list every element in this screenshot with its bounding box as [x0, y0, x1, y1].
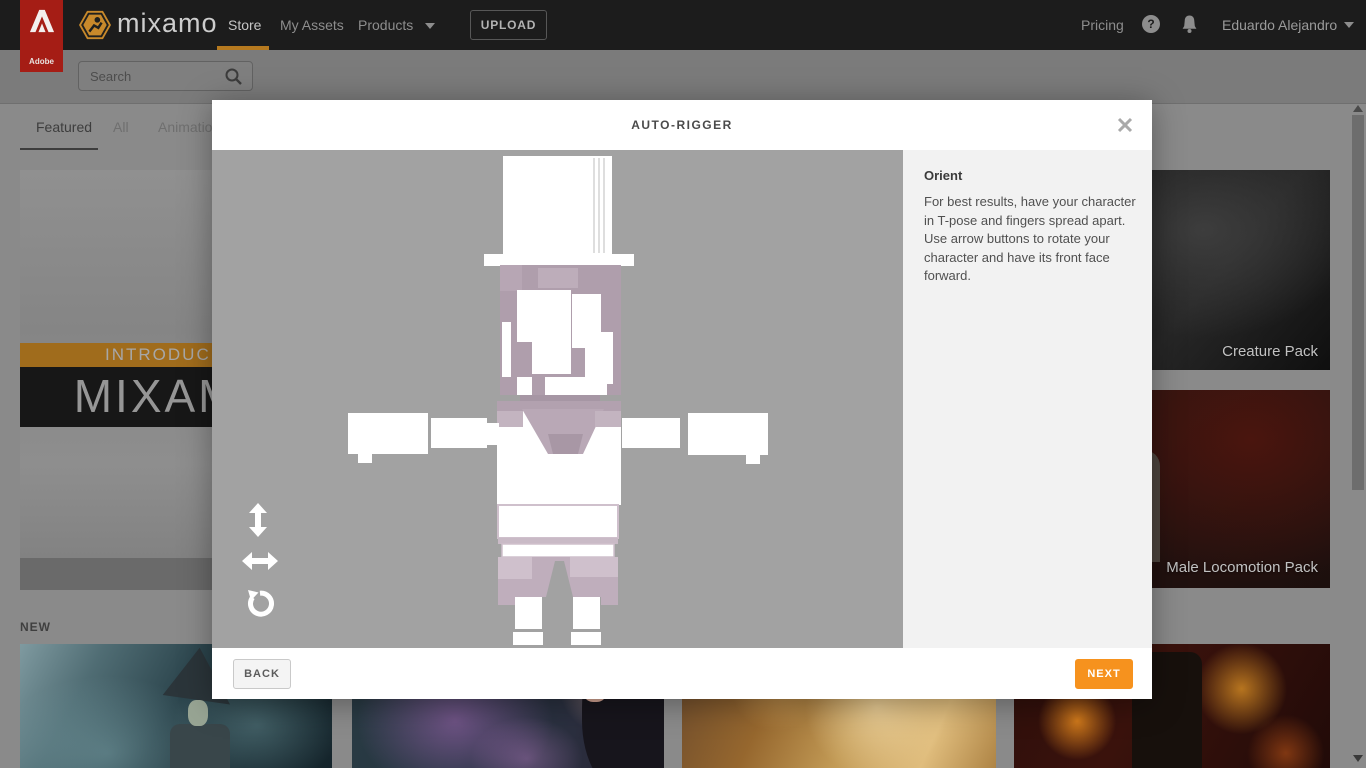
caret-down-icon — [425, 23, 435, 29]
search-icon[interactable] — [224, 67, 243, 86]
adobe-label: Adobe — [20, 57, 63, 66]
nav-item-my-assets[interactable]: My Assets — [280, 17, 344, 33]
nav-item-products[interactable]: Products — [358, 17, 413, 33]
back-button[interactable]: BACK — [233, 659, 291, 689]
instruction-panel: Orient For best results, have your chara… — [903, 150, 1152, 648]
adobe-logo-icon[interactable]: Adobe — [20, 0, 63, 72]
rotate-ccw-icon[interactable] — [243, 587, 275, 624]
top-nav: mixamo Store My Assets Products UPLOAD P… — [0, 0, 1366, 50]
next-button[interactable]: NEXT — [1075, 659, 1133, 689]
modal-title: AUTO-RIGGER — [212, 100, 1152, 150]
tab-all[interactable]: All — [113, 119, 129, 135]
step-instructions: For best results, have your character in… — [924, 193, 1136, 286]
help-icon[interactable]: ? — [1142, 15, 1160, 33]
move-vertical-icon[interactable] — [246, 503, 270, 542]
nav-item-store[interactable]: Store — [228, 17, 261, 33]
caret-down-icon — [1344, 22, 1354, 28]
user-menu[interactable]: Eduardo Alejandro — [1222, 17, 1337, 33]
close-icon[interactable] — [1116, 116, 1134, 134]
move-horizontal-icon[interactable] — [241, 550, 279, 577]
step-heading: Orient — [924, 168, 962, 183]
search-input[interactable] — [79, 62, 219, 90]
scroll-up-icon[interactable] — [1353, 105, 1363, 112]
modal-footer: BACK NEXT — [212, 648, 1152, 699]
search-box — [78, 61, 253, 91]
brand-wordmark[interactable]: mixamo — [117, 8, 218, 39]
auto-rigger-modal: AUTO-RIGGER — [212, 100, 1152, 699]
page: mixamo Store My Assets Products UPLOAD P… — [0, 0, 1366, 768]
bell-icon[interactable] — [1181, 14, 1198, 39]
card-label: Male Locomotion Pack — [1166, 559, 1318, 576]
store-active-underline — [217, 46, 269, 50]
nav-item-pricing[interactable]: Pricing — [1081, 17, 1124, 33]
character-viewer[interactable] — [212, 150, 903, 648]
witch-body-shape — [170, 724, 230, 768]
scroll-down-icon[interactable] — [1353, 755, 1363, 762]
mixamo-logo-icon[interactable] — [79, 9, 111, 46]
tab-featured[interactable]: Featured — [36, 119, 92, 135]
character-preview — [342, 152, 782, 648]
search-strip — [0, 50, 1366, 103]
upload-button[interactable]: UPLOAD — [470, 10, 547, 40]
witch-face-shape — [188, 700, 208, 726]
section-new-heading: NEW — [20, 620, 51, 634]
scrollbar-thumb[interactable] — [1352, 115, 1364, 490]
card-label: Creature Pack — [1222, 343, 1318, 360]
